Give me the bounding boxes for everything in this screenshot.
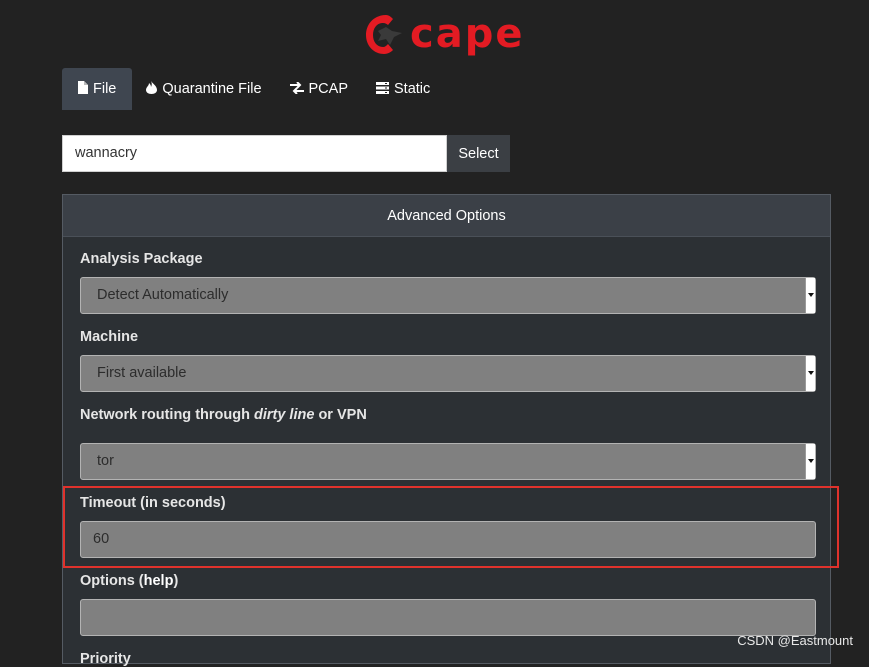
options-input[interactable] — [80, 599, 816, 636]
options-label-prefix: Options ( — [80, 573, 144, 589]
tab-quarantine-label: Quarantine File — [162, 81, 262, 97]
exchange-icon — [289, 80, 304, 97]
options-help-link[interactable]: help — [144, 573, 174, 589]
file-icon — [78, 81, 88, 97]
tab-pcap[interactable]: PCAP — [276, 68, 363, 110]
routing-label-emphasis: dirty line — [253, 407, 315, 423]
routing-label-prefix: Network routing through — [80, 407, 254, 423]
annotation-highlight-box — [63, 486, 839, 568]
tab-static[interactable]: Static — [362, 68, 444, 110]
routing-label: Network routing through dirty line or VP… — [80, 407, 367, 423]
machine-label: Machine — [80, 329, 139, 345]
cape-logo: cape — [364, 10, 524, 58]
file-picker: wannacry Select — [62, 135, 510, 172]
tab-pcap-label: PCAP — [308, 81, 349, 97]
fire-icon — [146, 81, 158, 97]
analysis-package-label: Analysis Package — [80, 251, 203, 267]
tab-file-label: File — [93, 81, 117, 97]
analysis-package-value: Detect Automatically — [97, 287, 229, 303]
advanced-options-panel: Advanced Options Analysis Package Detect… — [62, 194, 831, 667]
tab-quarantine-file[interactable]: Quarantine File — [132, 68, 275, 110]
options-label-suffix: ) — [173, 573, 179, 589]
tab-file[interactable]: File — [62, 68, 133, 110]
analysis-package-select[interactable]: Detect Automatically — [80, 277, 816, 314]
priority-label: Priority — [80, 651, 131, 667]
options-label: Options (help) — [80, 573, 178, 589]
routing-select[interactable]: tor — [80, 443, 816, 480]
routing-value: tor — [97, 453, 114, 469]
machine-select[interactable]: First available — [80, 355, 816, 392]
brand-name: cape — [410, 11, 525, 57]
routing-label-suffix: or VPN — [314, 407, 367, 423]
file-path-input[interactable]: wannacry — [62, 135, 447, 172]
panel-title: Advanced Options — [63, 195, 830, 237]
select-file-button[interactable]: Select — [447, 135, 510, 172]
cape-logo-icon — [366, 15, 402, 54]
chevron-down-icon — [808, 459, 814, 463]
watermark: CSDN @Eastmount — [737, 633, 853, 648]
tab-static-label: Static — [394, 81, 431, 97]
chevron-down-icon — [808, 293, 814, 297]
server-icon — [376, 81, 390, 97]
chevron-down-icon — [808, 371, 814, 375]
machine-value: First available — [97, 365, 187, 381]
submission-tabs: File Quarantine File PCAP Static — [62, 68, 444, 110]
